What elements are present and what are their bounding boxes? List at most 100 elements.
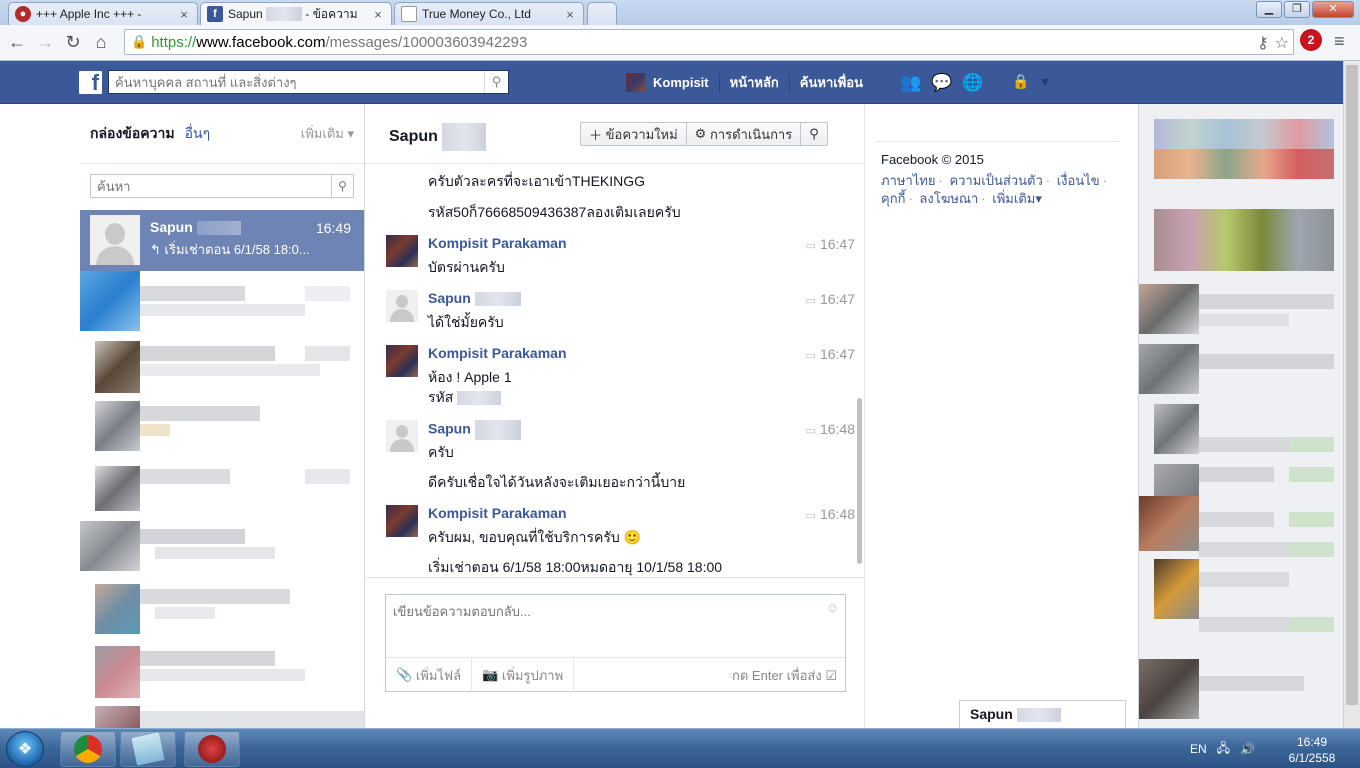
avatar [386,345,418,377]
inbox-tab[interactable]: กล่องข้อความ [90,123,175,145]
page-scrollbar[interactable] [1343,61,1360,728]
start-button[interactable]: ❖ [6,731,44,767]
camera-icon: 📷 [482,667,499,682]
friend-requests-icon[interactable]: 👥 [900,73,921,93]
chat-tab[interactable]: Sapun [959,700,1126,728]
message-sender[interactable]: Kompisit Parakaman [428,345,567,361]
search-icon[interactable]: ⚲ [484,71,508,93]
other-tab[interactable]: อื่นๆ [185,123,211,145]
link-privacy[interactable]: ความเป็นส่วนตัว [949,173,1042,188]
chat-icon: ▭ [805,295,816,307]
close-icon[interactable]: × [371,7,385,22]
message-sender[interactable]: Sapun [428,290,521,307]
find-friends-link[interactable]: ค้นหาเพื่อน [800,72,863,93]
browser-toolbar: ← → ↻ ⌂ 🔒 https:// www.facebook.com /mes… [0,25,1360,61]
settings-icons: 🔒 ▾ [1012,73,1048,90]
link-advertising[interactable]: ลงโฆษณา [919,191,978,206]
taskbar-app[interactable] [184,731,240,767]
extension-icon[interactable]: 2 [1300,29,1322,51]
clock-date: 6/1/2558 [1288,751,1336,765]
messages-icon[interactable]: 💬 [931,73,952,93]
restore-button[interactable]: ❐ [1284,1,1310,18]
more-dropdown[interactable]: เพิ่มเติม ▾ [301,123,354,144]
reply-icon: ↰ [150,242,161,257]
home-icon[interactable]: ⌂ [87,29,115,57]
close-icon[interactable]: × [563,7,577,22]
minimize-button[interactable]: ▁ [1256,1,1282,18]
page-icon [401,6,417,22]
message-sender[interactable]: Sapun [428,420,521,440]
link-language[interactable]: ภาษาไทย [881,173,935,188]
chevron-down-icon[interactable]: ▾ [1041,73,1048,90]
reload-icon[interactable]: ↻ [59,29,87,57]
volume-icon[interactable]: 🔊 [1240,742,1255,756]
inbox-header: กล่องข้อความ อื่นๆ เพิ่มเติม ▾ [80,104,364,164]
message-sender[interactable]: Kompisit Parakaman [428,235,567,251]
close-icon[interactable]: × [177,7,191,22]
key-icon[interactable]: ⚷ [1257,33,1269,53]
search-icon[interactable]: ⚲ [331,175,353,197]
scrollbar-thumb[interactable] [1346,65,1358,705]
notifications-icon[interactable]: 🌐 [962,73,983,93]
url-host: www.facebook.com [196,33,326,51]
home-link[interactable]: หน้าหลัก [730,72,779,93]
emoji-icon[interactable]: ☺ [826,600,839,615]
message-text: ครับ [428,444,454,460]
forward-icon[interactable]: → [31,29,59,57]
obscured-conversation-list [80,271,364,728]
avatar [386,235,418,267]
avatar [626,73,645,92]
add-photo-button[interactable]: 📷 เพิ่มรูปภาพ [472,658,575,692]
message-text: ครับผม, ขอบคุณที่ใช้บริการครับ 🙂 [428,529,642,545]
search-input[interactable] [91,175,331,197]
search-icon: ⚲ [809,126,819,141]
clock[interactable]: 16:49 6/1/2558 [1282,734,1342,766]
reply-composer: ☺ 📎 เพิ่มไฟล์ 📷 เพิ่มรูปภาพ กด Enter เพื… [385,594,846,692]
tab-apple[interactable]: ● +++ Apple Inc +++ - × [8,2,198,25]
add-file-label: เพิ่มไฟล์ [415,667,462,683]
conversation-item-active[interactable]: Sapun 16:49 ↰ เริ่มเช่าตอน 6/1/58 18:0..… [80,210,364,271]
new-message-button[interactable]: ＋ ข้อความใหม่ [581,123,687,145]
enter-to-send-toggle[interactable]: กด Enter เพื่อส่ง ☑ [732,665,845,686]
facebook-search[interactable]: ⚲ [108,70,509,94]
language-indicator[interactable]: EN [1190,742,1207,756]
actions-button[interactable]: ⚙ การดำเนินการ [687,123,802,145]
add-file-button[interactable]: 📎 เพิ่มไฟล์ [386,658,473,692]
network-icon[interactable]: 🖧 [1217,739,1230,760]
clock-time: 16:49 [1296,735,1328,749]
link-terms[interactable]: เงื่อนไข [1057,173,1100,188]
close-window-button[interactable]: ✕ [1312,1,1354,18]
tab-true-money[interactable]: True Money Co., Ltd × [394,2,584,25]
search-thread-button[interactable]: ⚲ [801,123,827,145]
app-icon: ● [15,6,31,22]
new-tab-button[interactable] [587,2,617,25]
address-bar[interactable]: 🔒 https:// www.facebook.com /messages/10… [124,29,1294,55]
profile-name: Kompisit [653,75,709,90]
chat-tab-name: Sapun [970,706,1013,722]
message-sender[interactable]: Kompisit Parakaman [428,505,567,521]
enter-to-send-label: กด Enter เพื่อส่ง [732,667,822,683]
tab-facebook-messages[interactable]: f Sapun - ข้อความ × [200,2,392,25]
facebook-logo[interactable]: f [79,71,102,94]
message-text: ครับตัวละครที่จะเอาเข้าTHEKINGG [428,173,646,189]
reply-input[interactable] [386,595,845,657]
star-icon[interactable]: ☆ [1275,33,1289,53]
thread-scrollbar[interactable] [857,398,862,564]
taskbar-notepad[interactable] [120,731,176,767]
taskbar-chrome[interactable] [60,731,116,767]
link-more[interactable]: เพิ่มเติม [992,191,1035,206]
back-icon[interactable]: ← [3,29,31,57]
system-tray: EN 🖧 🔊 [1190,729,1255,768]
privacy-icon[interactable]: 🔒 [1012,73,1029,90]
conversation-search[interactable]: ⚲ [90,174,354,198]
link-cookies[interactable]: คุกกี้ [881,191,905,206]
chat-icon: ▭ [805,510,816,522]
message-thread: Sapun ＋ ข้อความใหม่ ⚙ การดำเนินการ ⚲ ครั… [366,104,865,728]
message-text: รหัส50ก็76668509436387ลองเติมเลยครับ [428,204,681,220]
search-input[interactable] [109,71,484,93]
menu-icon[interactable]: ≡ [1334,31,1345,52]
checkbox-icon: ☑ [825,667,837,683]
tab-title: +++ Apple Inc +++ - [36,7,142,21]
extension-badge: 2 [1307,33,1315,47]
profile-link[interactable]: Kompisit หน้าหลัก ค้นหาเพื่อน [626,72,863,93]
